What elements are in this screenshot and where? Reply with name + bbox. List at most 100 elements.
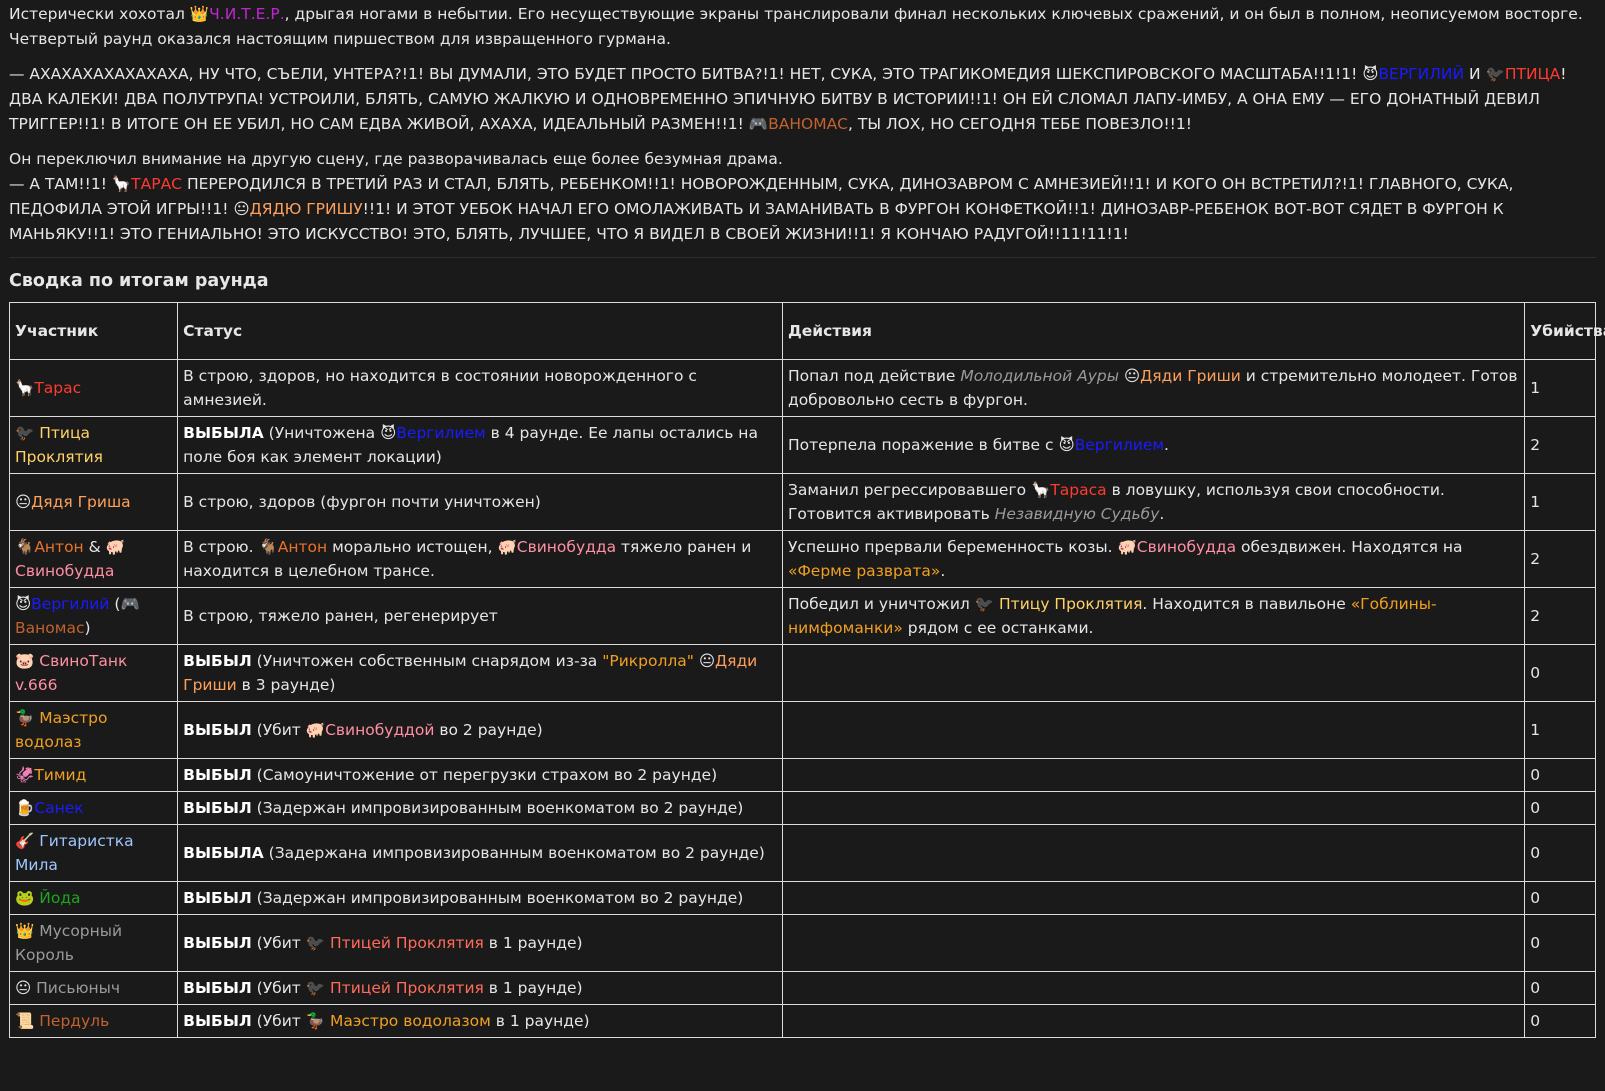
pig-icon: 🐖 (305, 721, 326, 739)
status-text: (Убит (251, 979, 306, 997)
status-cell: В строю, здоров, но находится в состояни… (177, 359, 783, 417)
character-ref: Тараса (1050, 481, 1107, 499)
kills-cell: 0 (1524, 824, 1596, 882)
actions-cell (781, 914, 1526, 972)
kills-cell: 1 (1524, 701, 1596, 759)
participant-name: Тарас (34, 379, 82, 397)
status-text: (Самоуничтожение от перегрузки страхом в… (251, 766, 718, 784)
actions-text: Попал под действие (787, 367, 961, 385)
character-ref: Птицей Проклятия (330, 934, 484, 952)
status-cell: ВЫБЫЛ (Убит 🐦‍⬛ Птицей Проклятия в 1 рау… (177, 914, 783, 972)
kills-cell: 1 (1524, 473, 1596, 531)
face-icon: 😐 (1123, 367, 1141, 385)
quote-ref: "Рикролла" (602, 652, 694, 670)
chat-message: Истерически хохотал 👑Ч.И.Т.Е.Р., дрыгая … (0, 0, 1605, 1038)
status-cell: ВЫБЫЛ (Задержан импровизированным военко… (177, 881, 783, 915)
table-row: 🦙Тарас В строю, здоров, но находится в с… (8, 359, 1596, 417)
kills-cell: 0 (1524, 758, 1596, 792)
actions-cell: Победил и уничтожил 🐦‍⬛ Птицу Проклятия.… (781, 587, 1526, 645)
actions-cell (781, 1004, 1526, 1038)
status-text: (Уничтожен собственным снарядом из-за (251, 652, 603, 670)
character-vanomas: ВАНОМАС (768, 115, 849, 133)
character-ref: Вергилием (1074, 436, 1165, 454)
kills-cell: 0 (1524, 644, 1596, 702)
location-ref: «Ферме разврата» (787, 562, 941, 580)
header-participant: Участник (8, 302, 179, 360)
character-vergiliy: ВЕРГИЛИЙ (1378, 65, 1465, 83)
participant-cell: 🦆 Маэстро водолаз (8, 701, 179, 759)
face-icon: 😐 (15, 493, 32, 511)
participant-name: Свинобудда (15, 562, 115, 580)
actions-cell (781, 824, 1526, 882)
participant-separator: ) (84, 619, 91, 637)
status-label: ВЫБЫЛ (183, 799, 252, 817)
actions-cell: Заманил регрессировавшего 🦙Тараса в лову… (781, 473, 1526, 531)
status-cell: ВЫБЫЛ (Уничтожен собственным снарядом из… (177, 644, 783, 702)
status-text: (Уничтожена (263, 424, 381, 442)
divider (9, 257, 1596, 258)
story-paragraph-1: Истерически хохотал 👑Ч.И.Т.Е.Р., дрыгая … (9, 2, 1596, 52)
crown-icon: 👑 (189, 5, 210, 23)
table-row: 👑 Мусорный Король ВЫБЫЛ (Убит 🐦‍⬛ Птицей… (8, 914, 1596, 972)
actions-cell (781, 644, 1526, 702)
character-ref: Антон (277, 538, 328, 556)
actions-cell (781, 758, 1526, 792)
participant-name: Антон (34, 538, 84, 556)
story-text: Истерически хохотал (9, 5, 190, 23)
actions-cell (781, 881, 1526, 915)
status-label: ВЫБЫЛ (183, 721, 252, 739)
character-grisha: ДЯДЮ ГРИШУ (249, 200, 363, 218)
bird-icon: 🐦‍⬛ (974, 595, 995, 613)
goat-icon: 🐐 (15, 538, 35, 556)
status-text: в 1 раунде) (483, 934, 583, 952)
actions-text: . (1164, 436, 1169, 454)
table-row: 🐷 СвиноТанк v.666 ВЫБЫЛ (Уничтожен собст… (8, 644, 1596, 702)
story-text: Он переключил внимание на другую сцену, … (9, 150, 783, 168)
crown-icon: 👑 (15, 922, 35, 940)
devil-icon: 😈 (15, 595, 32, 613)
duck-icon: 🦆 (305, 1012, 326, 1030)
status-text: В строю. (183, 538, 259, 556)
table-row: 🐸 Йода ВЫБЫЛ (Задержан импровизированным… (8, 881, 1596, 915)
actions-text: . (1159, 505, 1165, 523)
character-cheater: Ч.И.Т.Е.Р. (209, 5, 285, 23)
llama-icon: 🦙 (15, 379, 35, 397)
goat-icon: 🐐 (258, 538, 278, 556)
gamepad-icon: 🎮 (748, 115, 769, 133)
participant-cell: 😈Вергилий (🎮 Ваномас) (8, 587, 179, 645)
story-text: — А ТАМ!!1! (9, 175, 112, 193)
status-cell: В строю, здоров (фургон почти уничтожен) (177, 473, 783, 531)
llama-icon: 🦙 (111, 175, 132, 193)
story-text: , ТЫ ЛОХ, НО СЕГОДНЯ ТЕБЕ ПОВЕЗЛО!!1! (848, 115, 1192, 133)
kills-cell: 0 (1524, 914, 1596, 972)
participant-cell: 🐦‍⬛ Птица Проклятия (8, 416, 179, 474)
participant-cell: 📜 Пердуль (8, 1004, 179, 1038)
participant-name: Йода (39, 889, 81, 907)
status-label: ВЫБЫЛА (183, 424, 264, 442)
table-row: 😈Вергилий (🎮 Ваномас) В строю, тяжело ран… (8, 587, 1596, 645)
participant-name: Ваномас (15, 619, 85, 637)
status-text: в 1 раунде) (483, 979, 583, 997)
kills-cell: 0 (1524, 1004, 1596, 1038)
table-header-row: Участник Статус Действия Убийства (8, 302, 1605, 360)
table-row: 🍺Санек ВЫБЫЛ (Задержан импровизированным… (8, 791, 1596, 825)
status-label: ВЫБЫЛ (183, 766, 252, 784)
status-label: ВЫБЫЛ (183, 889, 252, 907)
bird-icon: 🐦‍⬛ (15, 424, 35, 442)
kills-cell: 0 (1524, 971, 1596, 1005)
participant-name: Дядя Гриша (31, 493, 131, 511)
character-ref: Свинобудда (516, 538, 617, 556)
status-label: ВЫБЫЛА (183, 844, 264, 862)
actions-text: Заманил регрессировавшего (787, 481, 1032, 499)
table-row: 📜 Пердуль ВЫБЫЛ (Убит 🦆 Маэстро водолазо… (8, 1004, 1596, 1038)
scroll-icon: 📜 (15, 1012, 35, 1030)
status-cell: ВЫБЫЛ (Убит 🐦‍⬛ Птицей Проклятия в 1 рау… (177, 971, 783, 1005)
participant-name: Вергилий (31, 595, 110, 613)
status-text: в 1 раунде) (490, 1012, 590, 1030)
status-label: ВЫБЫЛ (183, 1012, 252, 1030)
character-ref: Свинобудда (1136, 538, 1237, 556)
status-cell: ВЫБЫЛА (Уничтожена 😈Вергилием в 4 раунде… (177, 416, 783, 474)
actions-cell: Попал под действие Молодильной Ауры 😐Дяд… (781, 359, 1526, 417)
pig-icon: 🐖 (497, 538, 517, 556)
status-text: в 3 раунде) (236, 676, 336, 694)
